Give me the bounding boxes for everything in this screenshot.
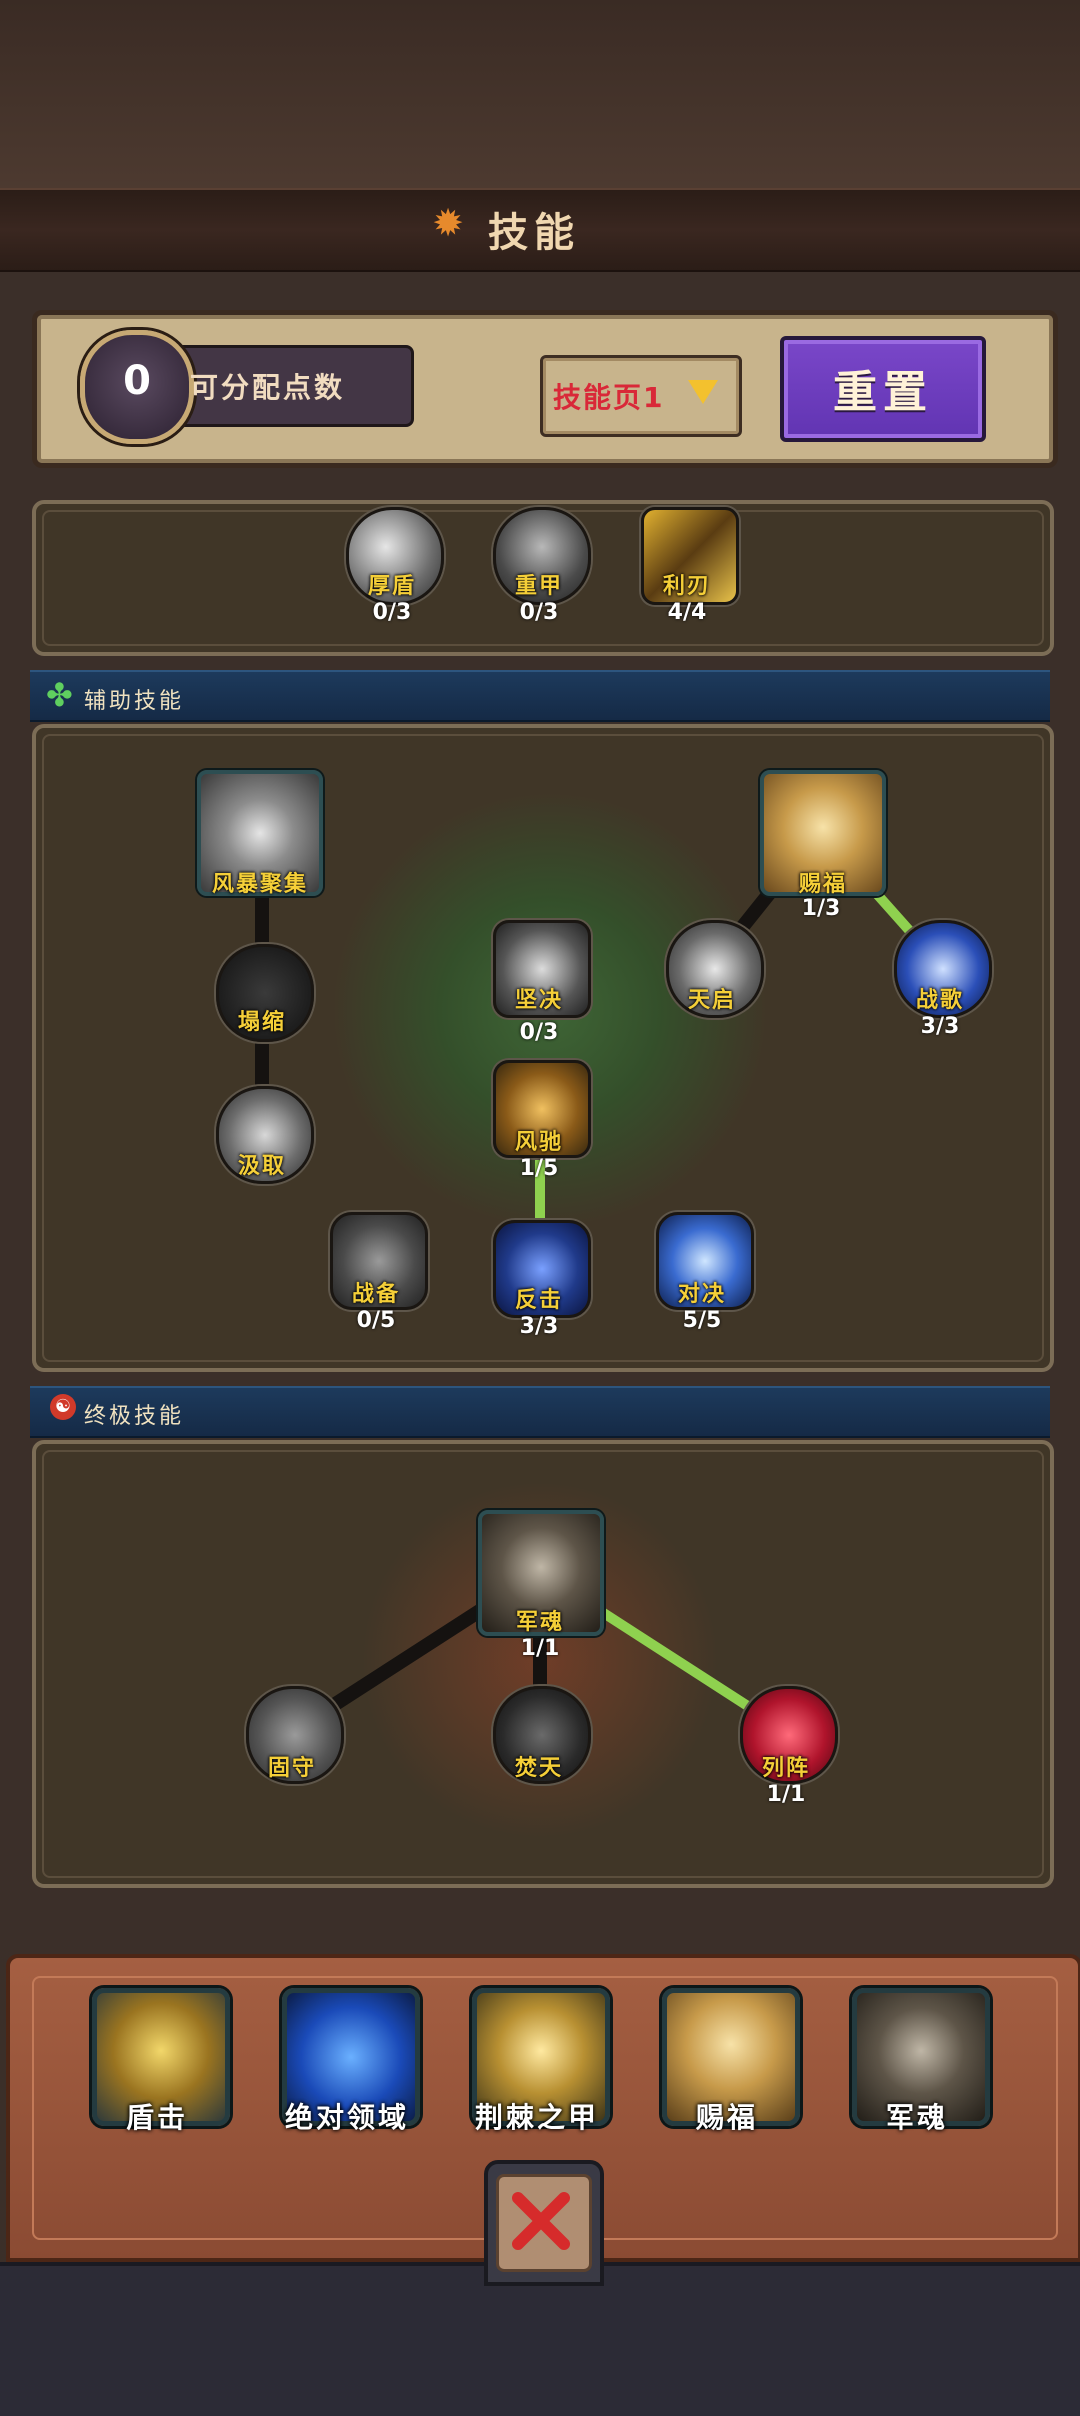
skill-label: 固守 (267, 1756, 316, 1781)
slot-label: 绝对领域 (284, 2101, 409, 2134)
slot-label: 盾击 (125, 2101, 188, 2134)
skill-label: 军魂 (515, 1610, 564, 1635)
skill-count: 1/1 (520, 1636, 560, 1661)
skill-count: 1/1 (766, 1782, 806, 1807)
slot-label: 赐福 (695, 2101, 758, 2134)
skill-label: 焚天 (514, 1756, 563, 1781)
close-x-icon (512, 2192, 570, 2250)
slot-label: 军魂 (885, 2101, 948, 2134)
slot-label: 荆棘之甲 (474, 2101, 599, 2134)
skill-label: 列阵 (761, 1756, 810, 1781)
